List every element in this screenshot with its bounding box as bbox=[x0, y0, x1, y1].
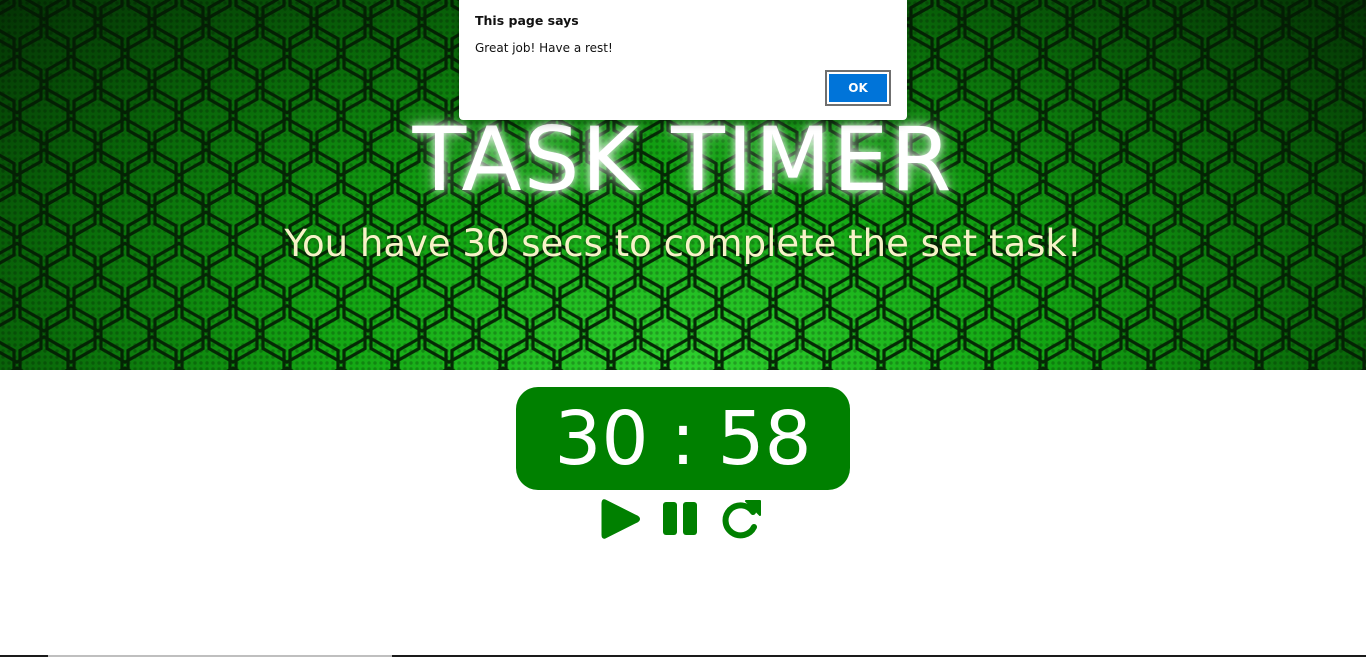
page-subtitle: You have 30 secs to complete the set tas… bbox=[284, 222, 1082, 265]
page-title: TASK TIMER bbox=[412, 108, 954, 211]
timer-right-value: 58 bbox=[717, 395, 812, 482]
ok-button[interactable]: OK bbox=[825, 70, 891, 106]
dialog-message: Great job! Have a rest! bbox=[475, 41, 613, 55]
timer-controls bbox=[598, 496, 773, 542]
play-button[interactable] bbox=[598, 496, 644, 542]
reset-button[interactable] bbox=[720, 496, 764, 542]
alert-dialog: This page says Great job! Have a rest! O… bbox=[459, 0, 907, 120]
pause-icon bbox=[663, 502, 697, 535]
timer-display: 30 : 58 bbox=[516, 387, 850, 490]
play-icon bbox=[601, 499, 640, 539]
pause-button[interactable] bbox=[660, 496, 700, 542]
dialog-title: This page says bbox=[475, 13, 579, 28]
timer-left-value: 30 bbox=[554, 395, 649, 482]
timer-separator: : bbox=[670, 395, 696, 482]
redo-icon bbox=[722, 500, 761, 539]
